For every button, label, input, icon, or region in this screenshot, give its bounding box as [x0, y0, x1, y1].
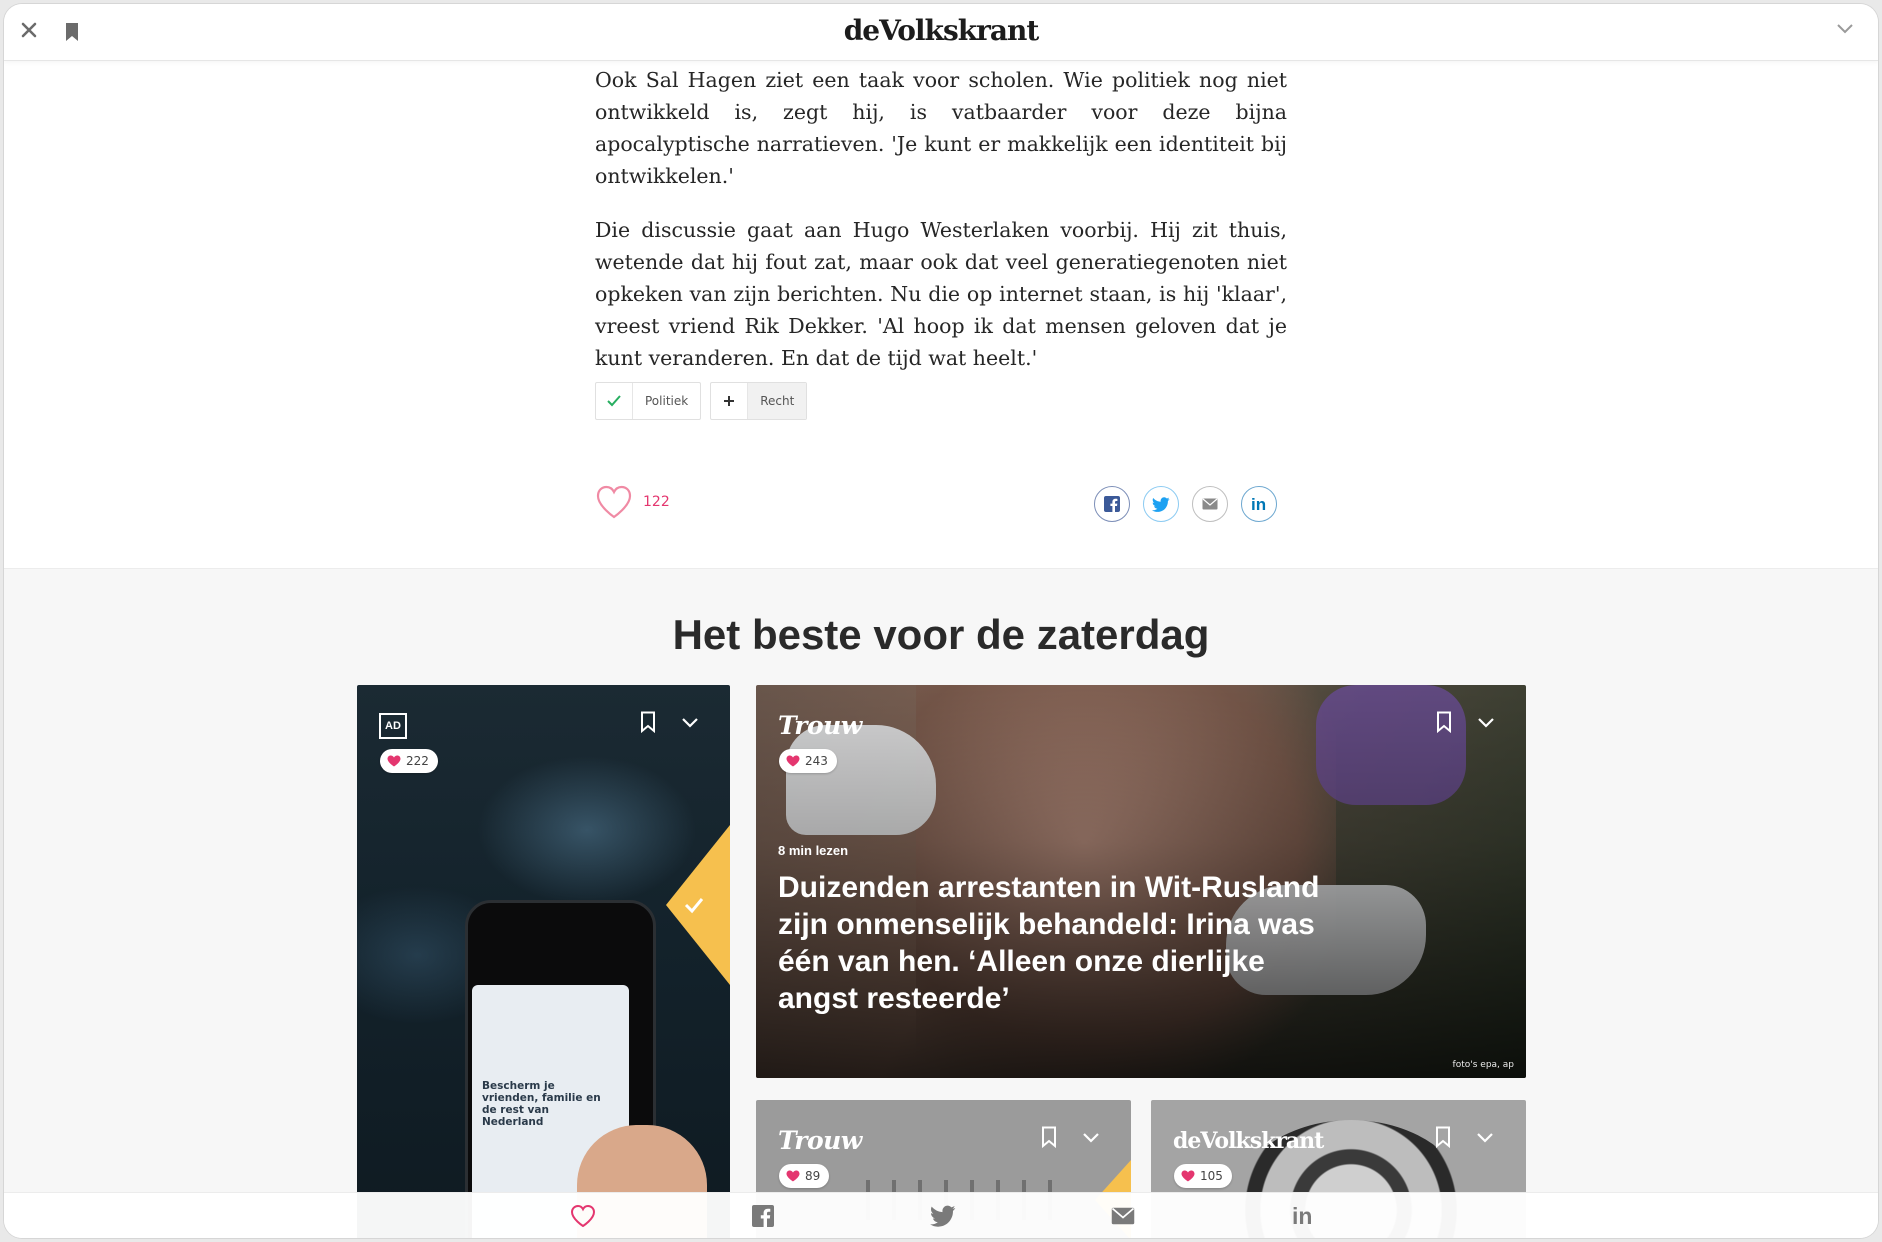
like-badge: 243 — [779, 749, 837, 773]
article-body: Ook Sal Hagen ziet een taak voor scholen… — [595, 60, 1287, 396]
bookmark-icon[interactable] — [1436, 711, 1452, 733]
tag-label: Recht — [748, 383, 807, 419]
linkedin-share-button[interactable]: in — [1290, 1204, 1316, 1228]
photo-bokeh — [477, 755, 697, 905]
top-bar: deVolkskrant — [4, 4, 1878, 61]
bottom-share-bar: in — [4, 1192, 1878, 1238]
svg-text:in: in — [1251, 495, 1266, 513]
twitter-icon — [930, 1205, 956, 1227]
heart-icon — [786, 1170, 800, 1182]
chevron-down-icon[interactable] — [1476, 1132, 1494, 1144]
heart-icon — [1181, 1170, 1195, 1182]
bookmark-icon[interactable] — [1435, 1126, 1451, 1148]
tag-recht[interactable]: Recht — [710, 382, 808, 420]
heart-icon[interactable] — [595, 484, 633, 520]
chevron-down-icon[interactable] — [1836, 22, 1854, 36]
tag-politiek[interactable]: Politiek — [595, 382, 702, 420]
bookmark-icon[interactable] — [640, 711, 656, 733]
app-frame: deVolkskrant Ook Sal Hagen ziet een taak… — [4, 4, 1878, 1238]
source-logo-trouw: Trouw — [778, 711, 862, 740]
mail-icon — [1111, 1207, 1135, 1225]
chevron-down-icon[interactable] — [1477, 717, 1495, 729]
source-logo-ad: AD — [379, 713, 407, 739]
share-buttons: in — [1094, 486, 1277, 522]
check-icon — [596, 383, 633, 419]
site-logo[interactable]: deVolkskrant — [4, 14, 1878, 47]
bookmark-icon[interactable] — [1041, 1126, 1057, 1148]
like-badge: 222 — [380, 749, 438, 773]
source-logo-volkskrant: deVolkskrant — [1173, 1128, 1324, 1154]
article-paragraph: Die discussie gaat aan Hugo Westerlaken … — [595, 218, 1287, 370]
heart-icon — [786, 755, 800, 767]
linkedin-icon: in — [1292, 1204, 1312, 1228]
read-time: 8 min lezen — [778, 843, 849, 858]
card-headline[interactable]: Duizenden arrestanten in Wit-Rusland zij… — [778, 869, 1338, 1017]
twitter-icon — [1152, 496, 1170, 512]
mail-share-button[interactable] — [1192, 486, 1228, 522]
recommendation-card-featured[interactable]: Trouw 243 8 min lezen Duizenden arrestan… — [756, 685, 1526, 1078]
twitter-share-button[interactable] — [930, 1204, 956, 1228]
facebook-icon — [752, 1205, 774, 1227]
heart-icon — [570, 1204, 596, 1228]
svg-text:in: in — [1292, 1204, 1312, 1228]
tag-label: Politiek — [645, 394, 689, 408]
like-count: 105 — [1200, 1169, 1223, 1183]
like-count: 122 — [643, 494, 670, 510]
like-count: 222 — [406, 754, 429, 768]
mail-icon — [1202, 498, 1218, 510]
article-paragraph: Ook Sal Hagen ziet een taak voor scholen… — [595, 68, 1287, 188]
source-logo-trouw: Trouw — [778, 1126, 862, 1155]
like-control[interactable]: 122 — [595, 484, 670, 520]
mail-share-button[interactable] — [1110, 1204, 1136, 1228]
photo-credit: foto's epa, ap — [1452, 1060, 1514, 1070]
like-button[interactable] — [570, 1204, 596, 1228]
like-badge: 89 — [779, 1164, 830, 1188]
topic-tags: Politiek Recht — [595, 382, 808, 420]
like-badge: 105 — [1174, 1164, 1232, 1188]
twitter-share-button[interactable] — [1143, 486, 1179, 522]
plus-icon — [711, 383, 749, 419]
like-count: 89 — [805, 1169, 821, 1183]
facebook-icon — [1104, 496, 1120, 512]
followed-marker — [666, 825, 730, 985]
heart-icon — [387, 755, 401, 767]
linkedin-share-button[interactable]: in — [1241, 486, 1277, 522]
phone-screen-text: Bescherm je vrienden, familie en de rest… — [482, 1080, 601, 1128]
linkedin-icon: in — [1251, 495, 1266, 513]
recommendations-title: Het beste voor de zaterdag — [672, 611, 1210, 658]
facebook-share-button[interactable] — [750, 1204, 776, 1228]
chevron-down-icon[interactable] — [1082, 1132, 1100, 1144]
facebook-share-button[interactable] — [1094, 486, 1130, 522]
recommendation-card[interactable]: Bescherm je vrienden, familie en de rest… — [357, 685, 730, 1238]
like-count: 243 — [805, 754, 828, 768]
chevron-down-icon[interactable] — [681, 717, 699, 729]
